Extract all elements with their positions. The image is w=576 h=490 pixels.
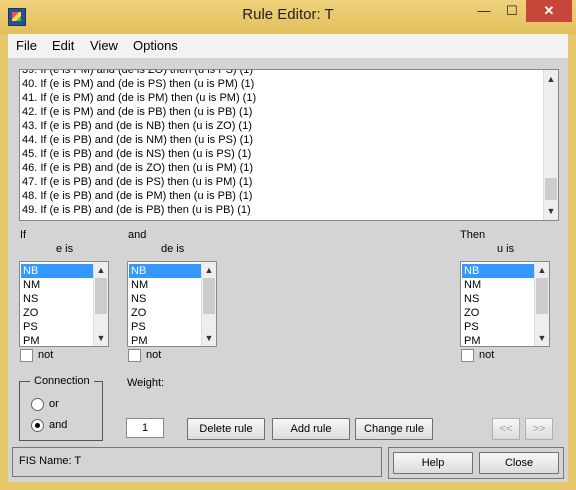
de-is-label: de is: [161, 243, 185, 255]
u-option[interactable]: NS: [462, 292, 534, 306]
e-option[interactable]: NM: [21, 278, 93, 292]
scroll-down-icon[interactable]: ▼: [202, 331, 216, 345]
scroll-thumb[interactable]: [203, 278, 215, 314]
rule-item[interactable]: 42. If (e is PM) and (de is PB) then (u …: [22, 105, 252, 119]
de-option[interactable]: ZO: [129, 306, 201, 320]
e-is-label: e is: [56, 243, 74, 255]
u-option[interactable]: PS: [462, 320, 534, 334]
e-listbox[interactable]: NB NM NS ZO PS PM ▲ ▼: [19, 261, 109, 347]
weight-input[interactable]: 1: [126, 418, 164, 438]
e-list-scrollbar[interactable]: ▲ ▼: [93, 262, 108, 346]
de-option[interactable]: PS: [129, 320, 201, 334]
title-bar: Rule Editor: T — ☐ ✕: [0, 0, 576, 34]
and-label: and: [128, 229, 147, 241]
de-list-scrollbar[interactable]: ▲ ▼: [201, 262, 216, 346]
menu-bar: File Edit View Options: [8, 34, 568, 59]
de-option[interactable]: PM: [129, 334, 201, 346]
status-bar: FIS Name: T: [12, 447, 382, 477]
add-rule-button[interactable]: Add rule: [272, 418, 350, 440]
e-not-checkbox[interactable]: [20, 349, 33, 362]
then-label: Then: [460, 229, 486, 241]
and-radio[interactable]: [31, 419, 44, 432]
rule-item[interactable]: 39. If (e is PM) and (de is ZO) then (u …: [22, 70, 253, 77]
scroll-up-icon[interactable]: ▲: [202, 263, 216, 277]
maximize-icon[interactable]: ☐: [498, 0, 526, 22]
scroll-down-icon[interactable]: ▼: [94, 331, 108, 345]
u-listbox[interactable]: NB NM NS ZO PS PM ▲ ▼: [460, 261, 550, 347]
or-radio[interactable]: [31, 398, 44, 411]
scroll-up-icon[interactable]: ▲: [94, 263, 108, 277]
de-not-checkbox[interactable]: [128, 349, 141, 362]
e-option[interactable]: PM: [21, 334, 93, 346]
close-window-icon[interactable]: ✕: [526, 0, 572, 22]
delete-rule-button[interactable]: Delete rule: [187, 418, 265, 440]
de-option[interactable]: NS: [129, 292, 201, 306]
rule-item[interactable]: 48. If (e is PB) and (de is PM) then (u …: [22, 189, 252, 203]
u-not-label: not: [479, 349, 495, 361]
e-option[interactable]: ZO: [21, 306, 93, 320]
close-button[interactable]: Close: [479, 452, 559, 474]
rule-item[interactable]: 44. If (e is PB) and (de is NM) then (u …: [22, 133, 253, 147]
if-label: If: [20, 229, 27, 241]
menu-edit[interactable]: Edit: [52, 38, 74, 53]
help-button[interactable]: Help: [393, 452, 473, 474]
de-option[interactable]: NM: [129, 278, 201, 292]
menu-file[interactable]: File: [16, 38, 37, 53]
de-not-label: not: [146, 349, 162, 361]
scroll-up-icon[interactable]: ▲: [544, 72, 558, 86]
e-option[interactable]: NS: [21, 292, 93, 306]
de-option[interactable]: NB: [129, 264, 201, 278]
rule-item[interactable]: 47. If (e is PB) and (de is PS) then (u …: [22, 175, 252, 189]
rule-item[interactable]: 40. If (e is PM) and (de is PS) then (u …: [22, 77, 254, 91]
rule-item[interactable]: 41. If (e is PM) and (de is PM) then (u …: [22, 91, 256, 105]
connection-group: Connection or and: [19, 375, 103, 441]
next-rule-button[interactable]: >>: [525, 418, 553, 440]
minimize-icon[interactable]: —: [470, 0, 498, 22]
status-text: FIS Name: T: [19, 455, 82, 467]
menu-options[interactable]: Options: [133, 38, 178, 53]
scroll-thumb[interactable]: [545, 178, 557, 200]
rule-item[interactable]: 49. If (e is PB) and (de is PB) then (u …: [22, 203, 251, 217]
u-list-scrollbar[interactable]: ▲ ▼: [534, 262, 549, 346]
rule-item[interactable]: 46. If (e is PB) and (de is ZO) then (u …: [22, 161, 253, 175]
dialog-buttons-frame: Help Close: [388, 447, 564, 479]
e-option[interactable]: NB: [21, 264, 93, 278]
rules-scrollbar[interactable]: ▲ ▼: [543, 70, 558, 220]
connection-label: Connection: [30, 375, 94, 387]
menu-view[interactable]: View: [90, 38, 118, 53]
rules-list[interactable]: 39. If (e is PM) and (de is ZO) then (u …: [19, 69, 559, 221]
e-not-label: not: [38, 349, 54, 361]
change-rule-button[interactable]: Change rule: [355, 418, 433, 440]
u-option[interactable]: NM: [462, 278, 534, 292]
weight-label: Weight:: [127, 377, 165, 389]
or-label: or: [49, 398, 59, 410]
rule-item[interactable]: 43. If (e is PB) and (de is NB) then (u …: [22, 119, 252, 133]
scroll-thumb[interactable]: [536, 278, 548, 314]
prev-rule-button[interactable]: <<: [492, 418, 520, 440]
u-not-checkbox[interactable]: [461, 349, 474, 362]
client-area: 39. If (e is PM) and (de is ZO) then (u …: [8, 59, 568, 482]
and-radio-label: and: [49, 419, 68, 431]
scroll-down-icon[interactable]: ▼: [544, 204, 558, 218]
scroll-down-icon[interactable]: ▼: [535, 331, 549, 345]
de-listbox[interactable]: NB NM NS ZO PS PM ▲ ▼: [127, 261, 217, 347]
u-option[interactable]: PM: [462, 334, 534, 346]
u-option[interactable]: NB: [462, 264, 534, 278]
rule-item[interactable]: 45. If (e is PB) and (de is NS) then (u …: [22, 147, 251, 161]
u-option[interactable]: ZO: [462, 306, 534, 320]
u-is-label: u is: [497, 243, 515, 255]
scroll-thumb[interactable]: [95, 278, 107, 314]
rule-editor-window: Rule Editor: T — ☐ ✕ File Edit View Opti…: [0, 0, 576, 490]
scroll-up-icon[interactable]: ▲: [535, 263, 549, 277]
e-option[interactable]: PS: [21, 320, 93, 334]
